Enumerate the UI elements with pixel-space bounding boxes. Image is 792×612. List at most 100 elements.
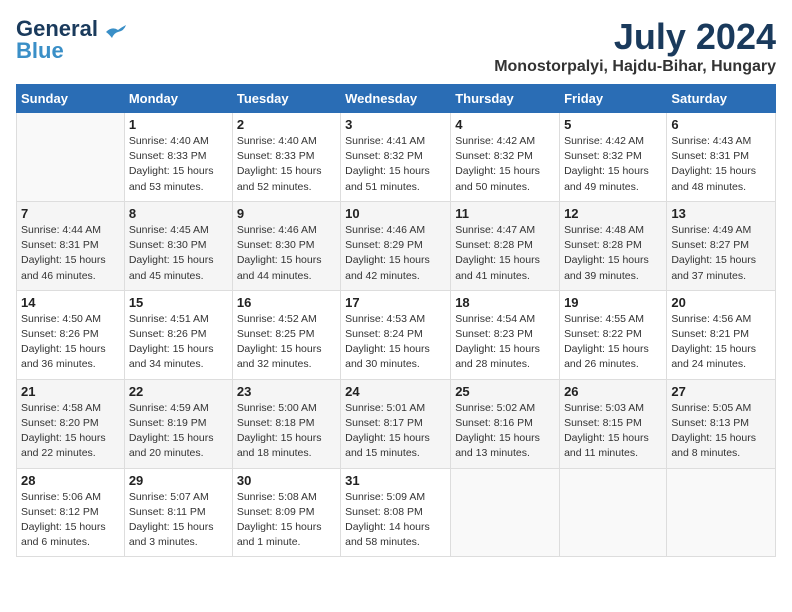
day-cell: 31Sunrise: 5:09 AM Sunset: 8:08 PM Dayli…	[341, 468, 451, 557]
day-cell: 25Sunrise: 5:02 AM Sunset: 8:16 PM Dayli…	[451, 379, 560, 468]
day-number: 29	[129, 473, 228, 488]
day-info: Sunrise: 4:46 AM Sunset: 8:29 PM Dayligh…	[345, 223, 446, 284]
day-info: Sunrise: 4:41 AM Sunset: 8:32 PM Dayligh…	[345, 134, 446, 195]
day-cell: 29 Sunrise: 5:07 AM Sunset: 8:11 PM Dayli…	[124, 468, 232, 557]
day-info: Sunrise: 4:58 AM Sunset: 8:20 PM Dayligh…	[21, 401, 120, 462]
day-cell: 10 Sunrise: 4:46 AM Sunset: 8:29 PM Dayli…	[341, 201, 451, 290]
bird-icon	[104, 24, 126, 40]
day-cell: 28 Sunrise: 5:06 AM Sunset: 8:12 PM Dayli…	[17, 468, 125, 557]
title-area: July 2024 Monostorpalyi, Hajdu-Bihar, Hu…	[494, 16, 776, 76]
day-cell: 12Sunrise: 4:48 AM Sunset: 8:28 PM Dayli…	[560, 201, 667, 290]
day-number: 11	[455, 206, 555, 221]
day-info: Sunrise: 5:00 AM Sunset: 8:18 PM Dayligh…	[237, 401, 336, 462]
day-info: Sunrise: 5:06 AM Sunset: 8:12 PM Dayligh…	[21, 490, 120, 551]
day-number: 13	[671, 206, 771, 221]
day-cell: 6 Sunrise: 4:43 AM Sunset: 8:31 PM Daylig…	[667, 113, 776, 202]
day-cell: 22 Sunrise: 4:59 AM Sunset: 8:19 PM Dayli…	[124, 379, 232, 468]
day-number: 27	[671, 384, 771, 399]
day-cell: 26 Sunrise: 5:03 AM Sunset: 8:15 PM Dayli…	[560, 379, 667, 468]
day-cell: 20Sunrise: 4:56 AM Sunset: 8:21 PM Dayli…	[667, 290, 776, 379]
header-cell-wednesday: Wednesday	[341, 85, 451, 113]
day-number: 3	[345, 117, 446, 132]
day-info: Sunrise: 4:51 AM Sunset: 8:26 PM Dayligh…	[129, 312, 228, 373]
day-number: 17	[345, 295, 446, 310]
day-number: 7	[21, 206, 120, 221]
week-row-4: 21 Sunrise: 4:58 AM Sunset: 8:20 PM Dayli…	[17, 379, 776, 468]
day-number: 1	[129, 117, 228, 132]
day-cell: 8 Sunrise: 4:45 AM Sunset: 8:30 PM Daylig…	[124, 201, 232, 290]
header-cell-monday: Monday	[124, 85, 232, 113]
day-cell: 7Sunrise: 4:44 AM Sunset: 8:31 PM Daylig…	[17, 201, 125, 290]
day-cell: 17 Sunrise: 4:53 AM Sunset: 8:24 PM Dayli…	[341, 290, 451, 379]
day-number: 28	[21, 473, 120, 488]
day-cell	[560, 468, 667, 557]
day-cell: 24 Sunrise: 5:01 AM Sunset: 8:17 PM Dayli…	[341, 379, 451, 468]
day-cell: 5Sunrise: 4:42 AM Sunset: 8:32 PM Daylig…	[560, 113, 667, 202]
day-number: 8	[129, 206, 228, 221]
day-cell: 4 Sunrise: 4:42 AM Sunset: 8:32 PM Daylig…	[451, 113, 560, 202]
day-cell: 1 Sunrise: 4:40 AM Sunset: 8:33 PM Daylig…	[124, 113, 232, 202]
day-cell: 15 Sunrise: 4:51 AM Sunset: 8:26 PM Dayli…	[124, 290, 232, 379]
day-info: Sunrise: 4:42 AM Sunset: 8:32 PM Dayligh…	[455, 134, 555, 195]
day-number: 22	[129, 384, 228, 399]
day-number: 4	[455, 117, 555, 132]
day-info: Sunrise: 4:40 AM Sunset: 8:33 PM Dayligh…	[129, 134, 228, 195]
day-info: Sunrise: 4:47 AM Sunset: 8:28 PM Dayligh…	[455, 223, 555, 284]
header-cell-sunday: Sunday	[17, 85, 125, 113]
day-info: Sunrise: 4:42 AM Sunset: 8:32 PM Dayligh…	[564, 134, 662, 195]
day-number: 30	[237, 473, 336, 488]
day-info: Sunrise: 5:07 AM Sunset: 8:11 PM Dayligh…	[129, 490, 228, 551]
day-number: 9	[237, 206, 336, 221]
day-info: Sunrise: 4:52 AM Sunset: 8:25 PM Dayligh…	[237, 312, 336, 373]
logo: General Blue	[16, 16, 126, 64]
day-number: 31	[345, 473, 446, 488]
day-cell: 16Sunrise: 4:52 AM Sunset: 8:25 PM Dayli…	[232, 290, 340, 379]
day-cell	[17, 113, 125, 202]
day-cell: 11 Sunrise: 4:47 AM Sunset: 8:28 PM Dayli…	[451, 201, 560, 290]
week-row-3: 14 Sunrise: 4:50 AM Sunset: 8:26 PM Dayli…	[17, 290, 776, 379]
day-info: Sunrise: 4:49 AM Sunset: 8:27 PM Dayligh…	[671, 223, 771, 284]
day-number: 14	[21, 295, 120, 310]
day-info: Sunrise: 4:55 AM Sunset: 8:22 PM Dayligh…	[564, 312, 662, 373]
day-info: Sunrise: 5:01 AM Sunset: 8:17 PM Dayligh…	[345, 401, 446, 462]
day-cell	[451, 468, 560, 557]
header-cell-friday: Friday	[560, 85, 667, 113]
day-number: 10	[345, 206, 446, 221]
header-row: SundayMondayTuesdayWednesdayThursdayFrid…	[17, 85, 776, 113]
day-info: Sunrise: 4:46 AM Sunset: 8:30 PM Dayligh…	[237, 223, 336, 284]
header: General Blue July 2024 Monostorpalyi, Ha…	[16, 16, 776, 76]
day-number: 24	[345, 384, 446, 399]
day-number: 6	[671, 117, 771, 132]
day-cell: 2 Sunrise: 4:40 AM Sunset: 8:33 PM Daylig…	[232, 113, 340, 202]
day-info: Sunrise: 4:45 AM Sunset: 8:30 PM Dayligh…	[129, 223, 228, 284]
day-info: Sunrise: 4:53 AM Sunset: 8:24 PM Dayligh…	[345, 312, 446, 373]
day-info: Sunrise: 4:40 AM Sunset: 8:33 PM Dayligh…	[237, 134, 336, 195]
day-cell: 14 Sunrise: 4:50 AM Sunset: 8:26 PM Dayli…	[17, 290, 125, 379]
day-info: Sunrise: 4:50 AM Sunset: 8:26 PM Dayligh…	[21, 312, 120, 373]
day-number: 2	[237, 117, 336, 132]
location-subtitle: Monostorpalyi, Hajdu-Bihar, Hungary	[494, 58, 776, 76]
day-number: 18	[455, 295, 555, 310]
header-cell-saturday: Saturday	[667, 85, 776, 113]
day-cell: 3 Sunrise: 4:41 AM Sunset: 8:32 PM Daylig…	[341, 113, 451, 202]
day-cell: 9 Sunrise: 4:46 AM Sunset: 8:30 PM Daylig…	[232, 201, 340, 290]
day-cell: 18 Sunrise: 4:54 AM Sunset: 8:23 PM Dayli…	[451, 290, 560, 379]
week-row-1: 1 Sunrise: 4:40 AM Sunset: 8:33 PM Daylig…	[17, 113, 776, 202]
day-info: Sunrise: 5:03 AM Sunset: 8:15 PM Dayligh…	[564, 401, 662, 462]
day-number: 26	[564, 384, 662, 399]
day-number: 21	[21, 384, 120, 399]
header-cell-thursday: Thursday	[451, 85, 560, 113]
day-info: Sunrise: 4:59 AM Sunset: 8:19 PM Dayligh…	[129, 401, 228, 462]
day-number: 20	[671, 295, 771, 310]
day-info: Sunrise: 5:05 AM Sunset: 8:13 PM Dayligh…	[671, 401, 771, 462]
month-title: July 2024	[494, 16, 776, 58]
day-cell: 30Sunrise: 5:08 AM Sunset: 8:09 PM Dayli…	[232, 468, 340, 557]
day-cell: 23Sunrise: 5:00 AM Sunset: 8:18 PM Dayli…	[232, 379, 340, 468]
day-number: 15	[129, 295, 228, 310]
day-info: Sunrise: 4:43 AM Sunset: 8:31 PM Dayligh…	[671, 134, 771, 195]
week-row-2: 7Sunrise: 4:44 AM Sunset: 8:31 PM Daylig…	[17, 201, 776, 290]
day-info: Sunrise: 4:54 AM Sunset: 8:23 PM Dayligh…	[455, 312, 555, 373]
calendar-table: SundayMondayTuesdayWednesdayThursdayFrid…	[16, 84, 776, 557]
week-row-5: 28 Sunrise: 5:06 AM Sunset: 8:12 PM Dayli…	[17, 468, 776, 557]
day-info: Sunrise: 4:48 AM Sunset: 8:28 PM Dayligh…	[564, 223, 662, 284]
